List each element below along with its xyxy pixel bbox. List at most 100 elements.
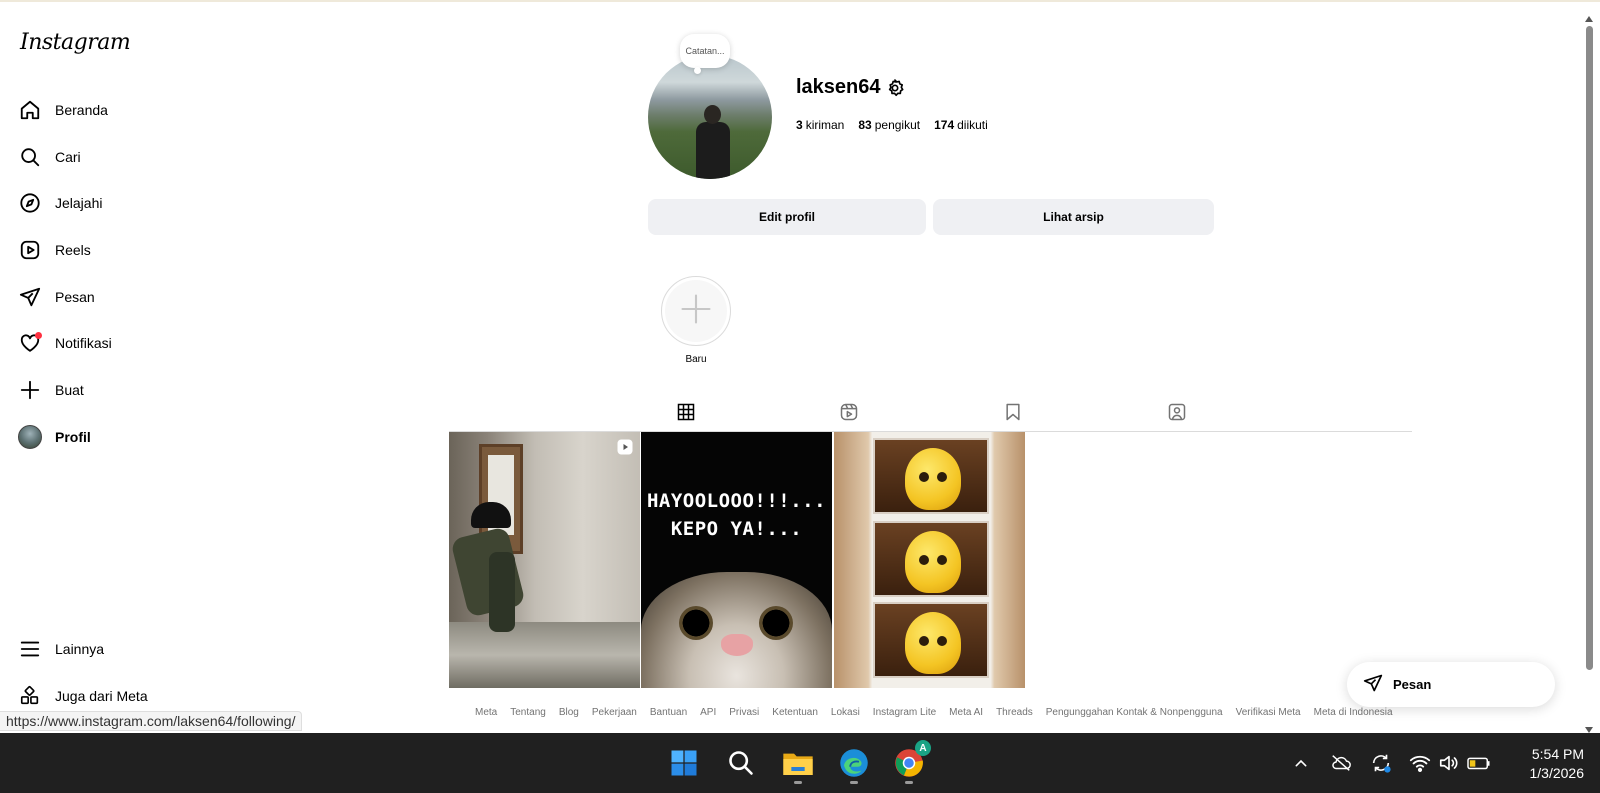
menu-icon [18,637,42,661]
stat-posts[interactable]: 3 kiriman [796,118,844,132]
footer-link[interactable]: Pekerjaan [592,707,637,718]
scrollbar-thumb[interactable] [1586,26,1593,670]
chrome-profile-badge: A [915,740,931,756]
footer-link[interactable]: Instagram Lite [873,707,936,718]
footer-link[interactable]: Tentang [510,707,546,718]
reels-tab-icon [839,402,859,427]
sidebar-item-beranda[interactable]: Beranda [18,91,228,129]
new-highlight-button[interactable] [661,276,731,346]
avatar-person-figure [696,105,730,179]
footer-links: Meta Tentang Blog Pekerjaan Bantuan API … [475,707,1393,718]
sidebar-item-lainnya[interactable]: Lainnya [18,630,228,668]
system-clock[interactable]: 5:54 PM 1/3/2026 [1504,745,1585,783]
post-caption-overlay: HAYOOLOOO!!!... KEPO YA!... [646,490,827,540]
instagram-logo[interactable]: Instagram [20,30,131,55]
battery-icon[interactable] [1467,751,1491,775]
view-archive-button[interactable]: Lihat arsip [933,199,1214,235]
heart-icon [18,331,42,355]
sidebar-item-pesan[interactable]: Pesan [18,278,228,316]
note-bubble[interactable]: Catatan... [680,34,730,74]
sidebar-item-label: Lainnya [55,641,105,657]
reel-badge-icon [616,438,634,461]
profile-avatar[interactable] [648,55,772,179]
messages-floating-button[interactable]: Pesan [1347,662,1555,707]
sidebar-item-cari[interactable]: Cari [18,138,228,176]
post-thumbnail[interactable] [834,432,1025,688]
sidebar-item-profil[interactable]: Profil [18,418,228,456]
avatar [18,425,42,449]
footer-link[interactable]: API [700,707,716,718]
profile-stats: 3 kiriman 83 pengikut 174 diikuti [796,118,988,132]
plus-icon [678,291,714,332]
file-explorer-icon[interactable] [778,743,818,784]
tab-tagged[interactable] [1150,400,1204,432]
sidebar-item-label: Juga dari Meta [55,688,148,704]
sidebar-item-label: Notifikasi [55,335,112,351]
sidebar: Instagram Beranda Cari Jelajahi Reels Pe… [0,0,245,733]
tab-posts[interactable] [659,400,713,432]
clock-date: 1/3/2026 [1529,765,1585,781]
sidebar-item-label: Buat [55,382,84,398]
sidebar-item-juga-dari-meta[interactable]: Juga dari Meta [18,677,228,715]
footer-link[interactable]: Pengunggahan Kontak & Nonpengguna [1046,707,1223,718]
send-icon [1363,673,1383,696]
messages-label: Pesan [1393,677,1432,692]
profile-avatar-icon [18,425,42,449]
clock-time: 5:54 PM [1531,746,1584,762]
sidebar-item-buat[interactable]: Buat [18,371,228,409]
chrome-icon[interactable]: A [889,740,931,784]
sidebar-item-label: Profil [55,429,91,445]
sidebar-item-label: Cari [55,149,81,165]
footer-link[interactable]: Threads [996,707,1033,718]
link-status-bar: https://www.instagram.com/laksen64/follo… [0,711,303,731]
search-icon [18,145,42,169]
sidebar-item-label: Reels [55,242,91,258]
windows-start-icon[interactable] [664,743,704,783]
edit-profile-button[interactable]: Edit profil [648,199,926,235]
home-icon [18,98,42,122]
apps-grid-icon [18,684,42,708]
edge-icon[interactable] [834,743,874,784]
scroll-up-arrow-icon[interactable] [1585,16,1593,22]
send-icon [18,285,42,309]
volume-icon[interactable] [1437,751,1461,775]
post-thumbnail[interactable] [449,432,640,688]
notification-dot [35,332,42,339]
cloud-off-icon[interactable] [1329,751,1353,775]
footer-link[interactable]: Ketentuan [772,707,818,718]
footer-link[interactable]: Blog [559,707,579,718]
cat-face [641,572,832,688]
sidebar-item-label: Jelajahi [55,195,103,211]
posts-grid-icon [676,402,696,427]
post-thumbnail[interactable]: HAYOOLOOO!!!... KEPO YA!... [641,432,832,688]
footer-link[interactable]: Meta di Indonesia [1314,707,1393,718]
footer-link[interactable]: Verifikasi Meta [1236,707,1301,718]
tab-saved[interactable] [986,400,1040,432]
tab-reels[interactable] [822,400,876,432]
wifi-icon[interactable] [1408,751,1432,775]
chevron-up-icon[interactable] [1289,751,1313,775]
footer-link[interactable]: Lokasi [831,707,860,718]
profile-username: laksen64 [796,76,881,98]
footer-link[interactable]: Privasi [729,707,759,718]
sync-icon[interactable] [1369,751,1393,775]
stat-followers[interactable]: 83 pengikut [858,118,920,132]
footer-link[interactable]: Meta [475,707,497,718]
sidebar-item-label: Pesan [55,289,95,305]
sidebar-item-notifikasi[interactable]: Notifikasi [18,324,228,362]
search-icon[interactable] [721,743,761,783]
stat-following[interactable]: 174 diikuti [934,118,988,132]
sidebar-item-reels[interactable]: Reels [18,231,228,269]
windows-taskbar: A 5:54 PM 1/3/2026 [0,733,1600,793]
sidebar-item-label: Beranda [55,102,108,118]
saved-bookmark-icon [1003,402,1023,427]
sidebar-item-jelajahi[interactable]: Jelajahi [18,184,228,222]
reels-icon [18,238,42,262]
footer-link[interactable]: Meta AI [949,707,983,718]
page-scrollbar[interactable] [1584,16,1594,733]
settings-gear-icon[interactable] [885,78,905,103]
tagged-icon [1167,402,1187,427]
footer-link[interactable]: Bantuan [650,707,687,718]
compass-icon [18,191,42,215]
plus-icon [18,378,42,402]
